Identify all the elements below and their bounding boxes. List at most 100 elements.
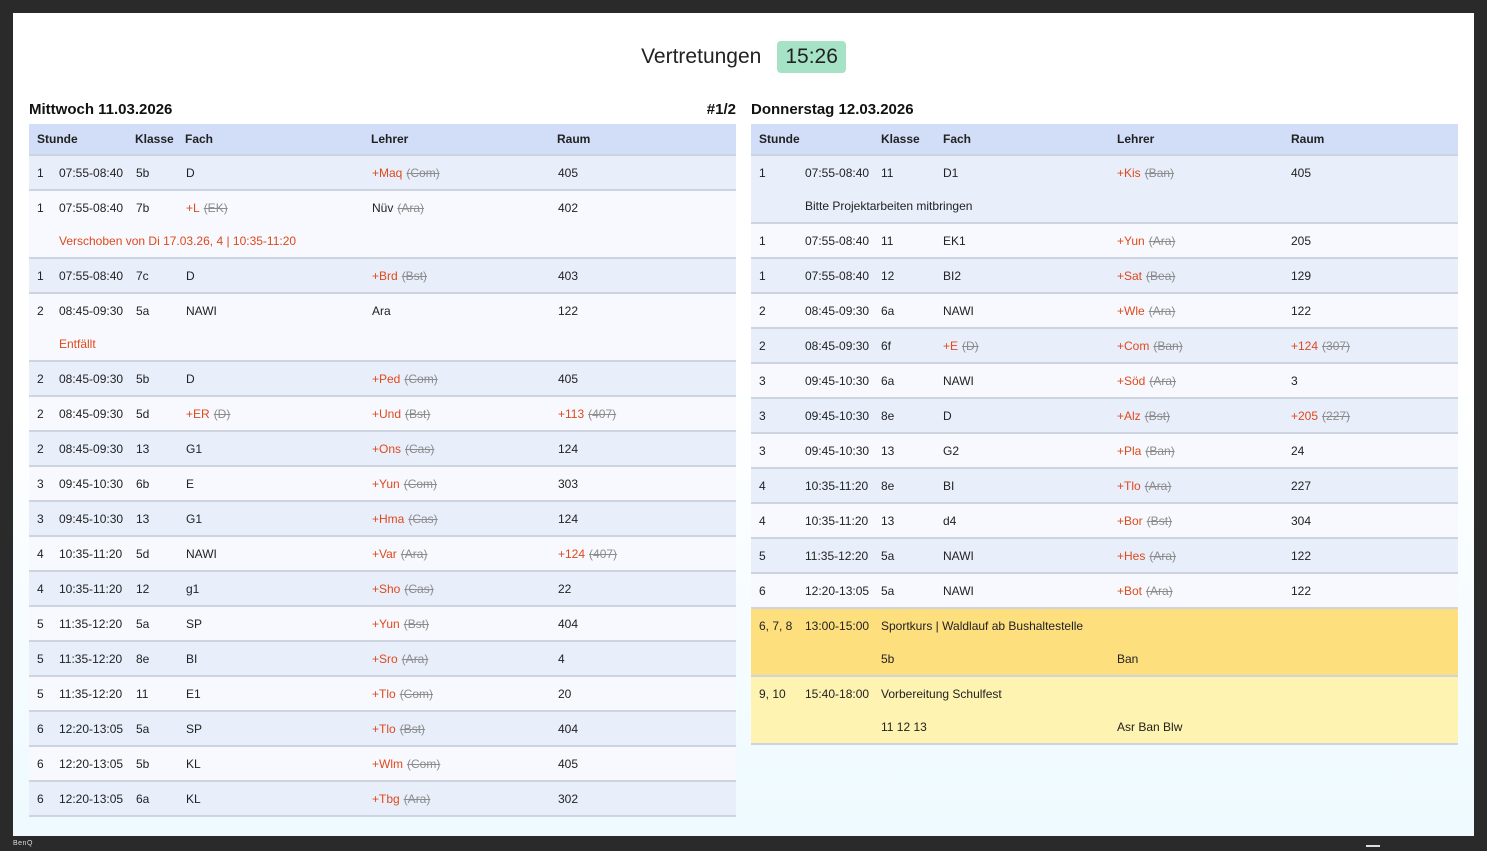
cell-zeit: 09:45-10:30 [805, 373, 870, 388]
cell-stunde: 2 [759, 338, 766, 353]
lehrer-value: +Var [372, 546, 397, 561]
day-panel-right: Donnerstag 12.03.2026 Stunde Klasse Fach Le… [751, 101, 1458, 745]
cell-stunde: 4 [759, 513, 766, 528]
cell-zeit: 11:35-12:20 [59, 616, 123, 631]
lehrer-value: +Alz [1117, 408, 1141, 423]
lehrer-value: +Yun [372, 476, 400, 491]
cell-stunde: 1 [759, 268, 766, 283]
cell-klasse: 6a [881, 373, 895, 388]
lehrer-value: +Pla [1117, 443, 1142, 458]
display-screen: Vertretungen 15:26 Mittwoch 11.03.2026 #… [13, 13, 1474, 836]
cell-lehrer: +Ons (Cas) [372, 442, 558, 456]
cell-lehrer: +Yun (Com) [372, 477, 558, 491]
row-note-line: Verschoben von Di 17.03.26, 4 | 10:35-11… [29, 224, 736, 257]
lehrer-value: +Tbg [372, 791, 400, 806]
raum-value: 403 [558, 268, 579, 283]
cell-zeit: 11:35-12:20 [59, 651, 123, 666]
cell-fach: BI2 [943, 269, 1117, 283]
table-row: 3 09:45-10:30 6a NAWI +Söd (Ara) 3 [751, 364, 1458, 399]
cell-stunde: 3 [37, 476, 44, 491]
substitution-table: Stunde Klasse Fach Lehrer Raum 1 07:55-08:40 5b… [29, 124, 736, 817]
cell-zeit: 09:45-10:30 [805, 408, 870, 423]
table-row: 2 08:45-09:30 5b D +Ped (Com) 405 [29, 362, 736, 397]
lehrer-value: +Com [1117, 338, 1150, 353]
cell-fach: E [186, 477, 372, 491]
substitution-table: Stunde Klasse Fach Lehrer Raum 1 07:55-08:40 11… [751, 124, 1458, 745]
event-stunden: 6, 7, 8 [759, 618, 793, 633]
lehrer-old-value: (Ban) [1145, 443, 1175, 458]
cell-fach: +ER (D) [186, 407, 372, 421]
cell-lehrer: +Söd (Ara) [1117, 374, 1291, 388]
table-row: 5 11:35-12:20 8e BI +Sro (Ara) 4 [29, 642, 736, 677]
cell-klasse: 7c [136, 268, 149, 283]
cell-lehrer: +Hma (Cas) [372, 512, 558, 526]
day-title: Donnerstag 12.03.2026 [751, 101, 914, 118]
cell-fach: D [186, 372, 372, 386]
raum-value: +124 [1291, 338, 1319, 353]
cell-zeit: 08:45-09:30 [805, 338, 870, 353]
lehrer-old-value: (Cas) [404, 581, 434, 596]
table-row: 1 07:55-08:40 7b +L (EK) Nüv (Ara) 402 Verschobe… [29, 191, 736, 259]
raum-value: 124 [558, 441, 579, 456]
row-note-line: Entfällt [29, 327, 736, 360]
cell-zeit: 08:45-09:30 [59, 371, 124, 386]
lehrer-old-value: (Bea) [1146, 268, 1176, 283]
lehrer-old-value: (Bst) [403, 616, 430, 631]
cell-zeit: 11:35-12:20 [59, 686, 123, 701]
cell-fach: +L (EK) [186, 201, 372, 215]
fach-old-value: (D) [213, 406, 231, 421]
lehrer-value: Ara [372, 303, 391, 318]
cell-stunde: 4 [759, 478, 766, 493]
cell-klasse: 5b [136, 165, 150, 180]
lehrer-value: +Sho [372, 581, 401, 596]
cell-raum: 402 [558, 201, 708, 215]
fach-value: NAWI [186, 303, 217, 318]
cell-fach: E1 [186, 687, 372, 701]
cell-stunde: 1 [37, 165, 44, 180]
cell-lehrer: +Bor (Bst) [1117, 514, 1291, 528]
lehrer-old-value: (Ara) [403, 791, 431, 806]
lehrer-old-value: (Bst) [405, 406, 431, 421]
lehrer-value: +Tlo [372, 721, 396, 736]
table-row: 1 07:55-08:40 11 D1 +Kis (Ban) 405 Bitte Projek… [751, 156, 1458, 224]
cell-lehrer: +Ped (Com) [372, 372, 558, 386]
cell-stunde: 5 [37, 651, 44, 666]
table-row: 1 07:55-08:40 5b D +Maq (Com) 405 [29, 156, 736, 191]
fach-value: E1 [186, 686, 201, 701]
cell-zeit: 09:45-10:30 [805, 443, 870, 458]
cell-stunde: 2 [37, 406, 44, 421]
fach-value: KL [186, 791, 201, 806]
cell-fach: d4 [943, 514, 1117, 528]
row-main-line: 6 12:20-13:05 5a NAWI +Bot (Ara) 122 [751, 574, 1458, 607]
raum-value: +205 [1291, 408, 1319, 423]
cell-lehrer: +Tlo (Ara) [1117, 479, 1291, 493]
cell-fach: G1 [186, 442, 372, 456]
cell-klasse: 5d [136, 546, 150, 561]
cell-lehrer: +Com (Ban) [1117, 339, 1291, 353]
lehrer-value: +Tlo [1117, 478, 1141, 493]
table-row: 6 12:20-13:05 5a NAWI +Bot (Ara) 122 [751, 574, 1458, 609]
cell-raum: 227 [1291, 479, 1441, 493]
lehrer-old-value: (Bst) [399, 721, 426, 736]
day-title: Mittwoch 11.03.2026 [29, 101, 173, 118]
table-row: 1 07:55-08:40 7c D +Brd (Bst) 403 [29, 259, 736, 294]
cell-klasse: 11 [881, 165, 894, 180]
lehrer-value: +Sro [372, 651, 398, 666]
raum-value: 122 [558, 303, 579, 318]
cell-klasse: 8e [136, 651, 150, 666]
fach-value: BI [943, 478, 955, 493]
row-main-line: 3 09:45-10:30 8e D +Alz (Bst) +205 (227) [751, 399, 1458, 432]
cell-raum: 403 [558, 269, 708, 283]
lehrer-old-value: (Ara) [401, 651, 429, 666]
cell-klasse: 5a [881, 583, 895, 598]
cell-klasse: 5b [136, 371, 150, 386]
cell-zeit: 08:45-09:30 [59, 406, 124, 421]
table-row: 3 09:45-10:30 8e D +Alz (Bst) +205 (227) [751, 399, 1458, 434]
row-note: Verschoben von Di 17.03.26, 4 | 10:35-11… [59, 233, 297, 248]
row-main-line: 2 08:45-09:30 5b D +Ped (Com) 405 [29, 362, 736, 395]
cell-zeit: 07:55-08:40 [805, 268, 870, 283]
table-row: 2 08:45-09:30 5a NAWI Ara 122 Entfällt [29, 294, 736, 362]
cell-stunde: 4 [37, 546, 44, 561]
cell-zeit: 11:35-12:20 [805, 548, 869, 563]
lehrer-value: +Sat [1117, 268, 1143, 283]
